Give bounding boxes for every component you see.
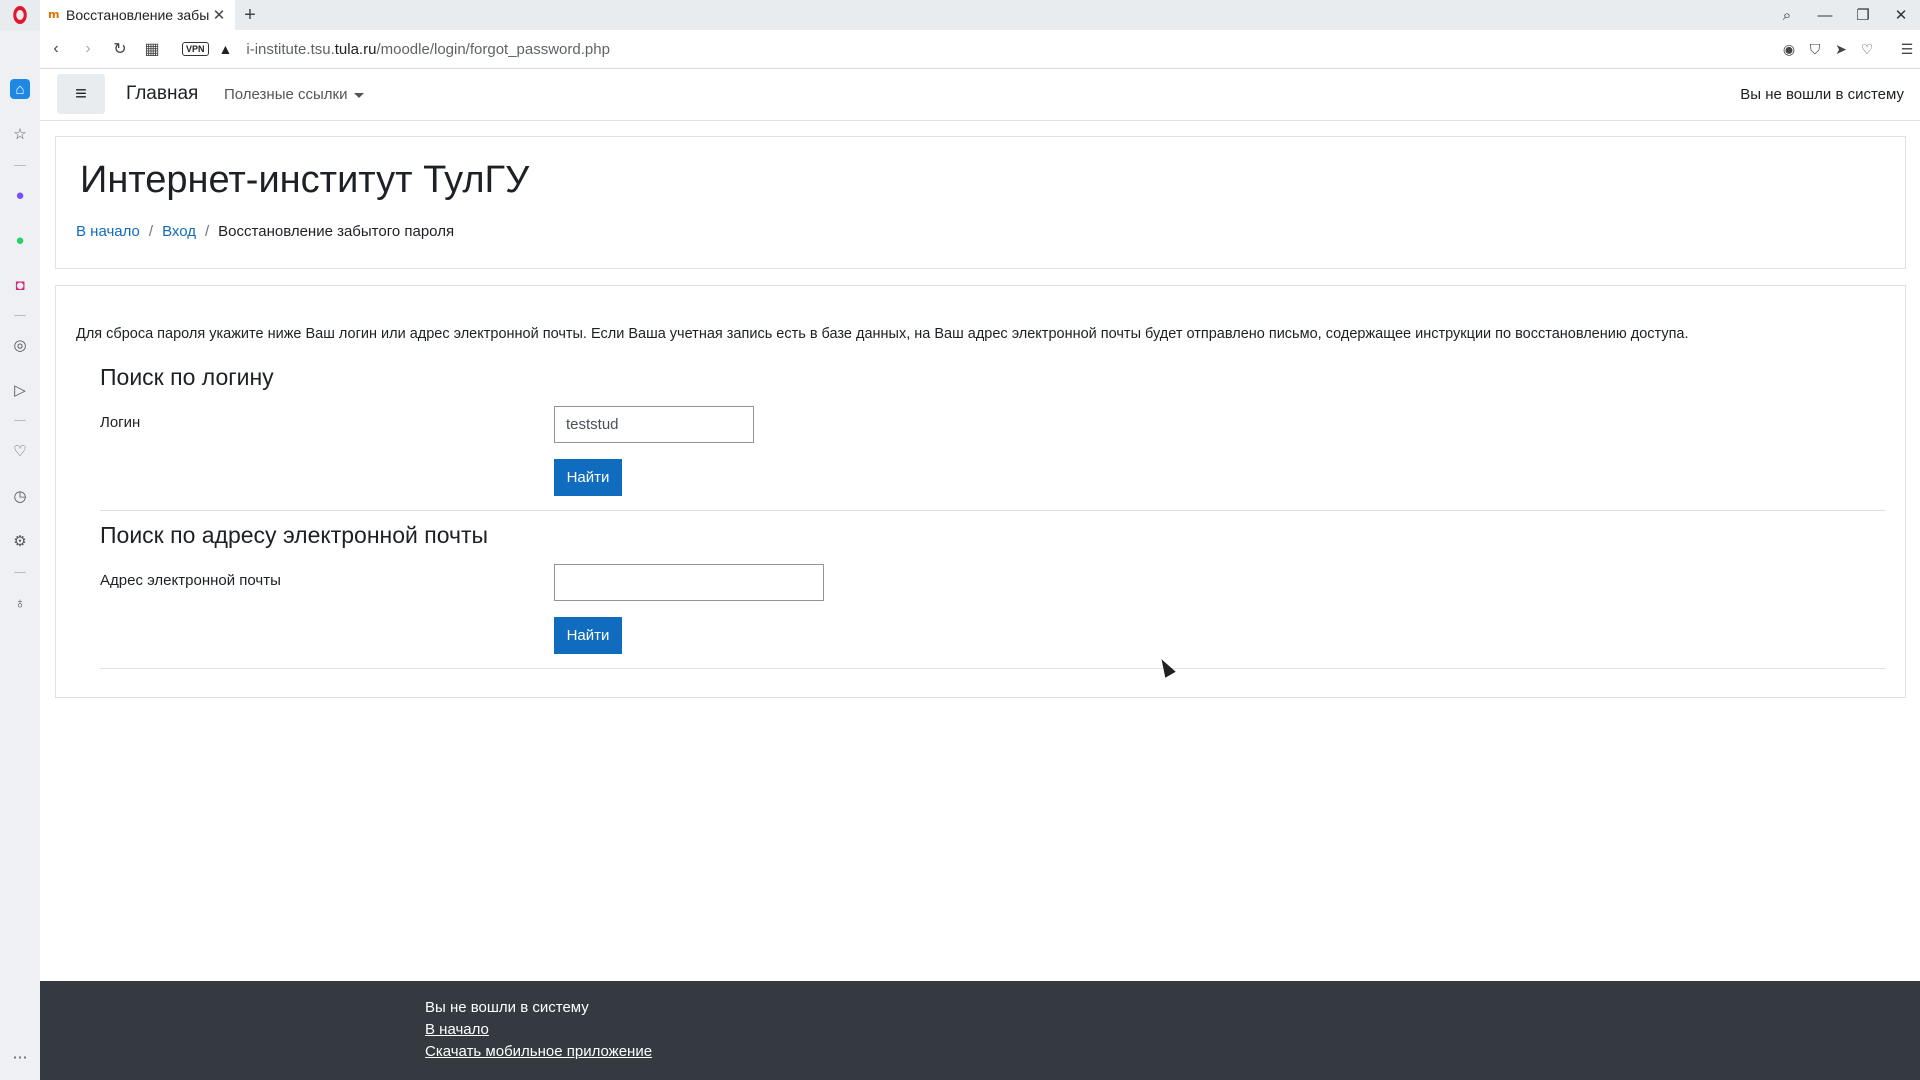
back-icon[interactable]: ‹ bbox=[40, 34, 72, 64]
browser-tab[interactable]: m Восстановление забы ✕ bbox=[40, 0, 235, 30]
whatsapp-icon[interactable]: ● bbox=[10, 230, 30, 250]
address-bar: ‹ › ↻ ▦ VPN ▲ i-institute.tsu.tula.ru/mo… bbox=[40, 30, 1920, 69]
tabs-grid-icon[interactable]: ▦ bbox=[136, 34, 168, 64]
opera-logo-icon[interactable] bbox=[0, 0, 40, 30]
settings-icon[interactable]: ⚙ bbox=[10, 531, 30, 551]
moodle-favicon-icon: m bbox=[48, 8, 60, 21]
page-header: Интернет-институт ТулГУ В начало / Вход … bbox=[55, 136, 1906, 269]
url-prefix: i-institute.tsu. bbox=[246, 40, 335, 58]
search-icon[interactable]: ⌕ bbox=[1768, 0, 1806, 30]
warning-icon[interactable]: ▲ bbox=[219, 41, 233, 57]
instagram-icon[interactable]: ◘ bbox=[10, 275, 30, 295]
footer-mobile-app-link[interactable]: Скачать мобильное приложение bbox=[425, 1043, 652, 1060]
instructions-text: Для сброса пароля укажите ниже Ваш логин… bbox=[76, 326, 1689, 342]
forward-icon[interactable]: › bbox=[72, 34, 104, 64]
url-domain: tula.ru bbox=[334, 40, 377, 58]
tab-close-icon[interactable]: ✕ bbox=[211, 6, 227, 24]
url-path: /moodle/login/forgot_password.php bbox=[376, 40, 610, 58]
page-footer: Вы не вошли в систему В начало Скачать м… bbox=[40, 981, 1920, 1080]
url-field[interactable]: i-institute.tsu.tula.ru/moodle/login/for… bbox=[246, 41, 610, 58]
footer-login-status: Вы не вошли в систему bbox=[425, 999, 589, 1016]
reload-icon[interactable]: ↻ bbox=[104, 34, 136, 64]
breadcrumb-login[interactable]: Вход bbox=[162, 223, 196, 240]
section-divider bbox=[100, 510, 1886, 511]
shield-icon[interactable]: ⛉ bbox=[1802, 41, 1828, 58]
home-link[interactable]: Главная bbox=[126, 83, 198, 105]
login-label: Логин bbox=[100, 414, 141, 431]
forgot-password-card: Для сброса пароля укажите ниже Ваш логин… bbox=[55, 285, 1906, 698]
email-input[interactable] bbox=[554, 564, 824, 601]
page-title: Интернет-институт ТулГУ bbox=[80, 159, 530, 201]
moodle-navbar: ≡ Главная Полезные ссылки Вы не вошли в … bbox=[40, 70, 1920, 121]
player-icon[interactable]: ◎ bbox=[10, 335, 30, 355]
login-search-button[interactable]: Найти bbox=[554, 459, 622, 496]
browser-sidebar: ⌂ ☆ ● ● ◘ ◎ ▷ ♡ ◷ ⚙ ♁ ⋯ bbox=[0, 30, 40, 1080]
speed-dial-icon[interactable]: ☆ bbox=[10, 124, 30, 144]
browser-tabbar: m Восстановление забы ✕ + ⌕ — ❐ ✕ bbox=[0, 0, 1920, 30]
breadcrumb-home[interactable]: В начало bbox=[76, 223, 140, 240]
tab-title: Восстановление забы bbox=[66, 7, 210, 23]
email-search-button[interactable]: Найти bbox=[554, 617, 622, 654]
login-input[interactable] bbox=[554, 406, 754, 443]
close-window-icon[interactable]: ✕ bbox=[1882, 0, 1920, 30]
menu-toggle-icon[interactable]: ≡ bbox=[57, 74, 105, 114]
minimize-icon[interactable]: — bbox=[1806, 0, 1844, 30]
footer-home-link[interactable]: В начало bbox=[425, 1021, 489, 1038]
email-label: Адрес электронной почты bbox=[100, 572, 281, 589]
camera-icon[interactable]: ◉ bbox=[1776, 41, 1802, 58]
flow-icon[interactable]: ▷ bbox=[10, 380, 30, 400]
breadcrumb-separator: / bbox=[148, 223, 154, 240]
email-section-title: Поиск по адресу электронной почты bbox=[100, 522, 489, 548]
more-icon[interactable]: ⋯ bbox=[10, 1047, 30, 1067]
restore-icon[interactable]: ❐ bbox=[1844, 0, 1882, 30]
easy-setup-icon[interactable]: ☰ bbox=[1894, 41, 1920, 58]
new-tab-icon[interactable]: + bbox=[235, 4, 265, 27]
vpn-badge[interactable]: VPN bbox=[182, 42, 209, 56]
home-icon[interactable]: ⌂ bbox=[10, 79, 30, 99]
section-divider bbox=[100, 668, 1886, 669]
bookmarks-icon[interactable]: ♡ bbox=[10, 441, 30, 461]
window-controls: ⌕ — ❐ ✕ bbox=[1768, 0, 1920, 30]
breadcrumb: В начало / Вход / Восстановление забытог… bbox=[76, 223, 454, 240]
heart-icon[interactable]: ♡ bbox=[1854, 41, 1880, 58]
messenger-icon[interactable]: ● bbox=[10, 185, 30, 205]
caret-down-icon bbox=[353, 92, 364, 98]
login-status: Вы не вошли в систему bbox=[1740, 86, 1904, 103]
history-icon[interactable]: ◷ bbox=[10, 486, 30, 506]
breadcrumb-current: Восстановление забытого пароля bbox=[218, 223, 455, 240]
login-section-title: Поиск по логину bbox=[100, 364, 274, 390]
tips-icon[interactable]: ♁ bbox=[10, 593, 30, 613]
useful-links-label: Полезные ссылки bbox=[224, 86, 348, 103]
useful-links-dropdown[interactable]: Полезные ссылки bbox=[224, 86, 364, 103]
send-icon[interactable]: ➤ bbox=[1828, 41, 1854, 58]
breadcrumb-separator: / bbox=[205, 223, 210, 240]
